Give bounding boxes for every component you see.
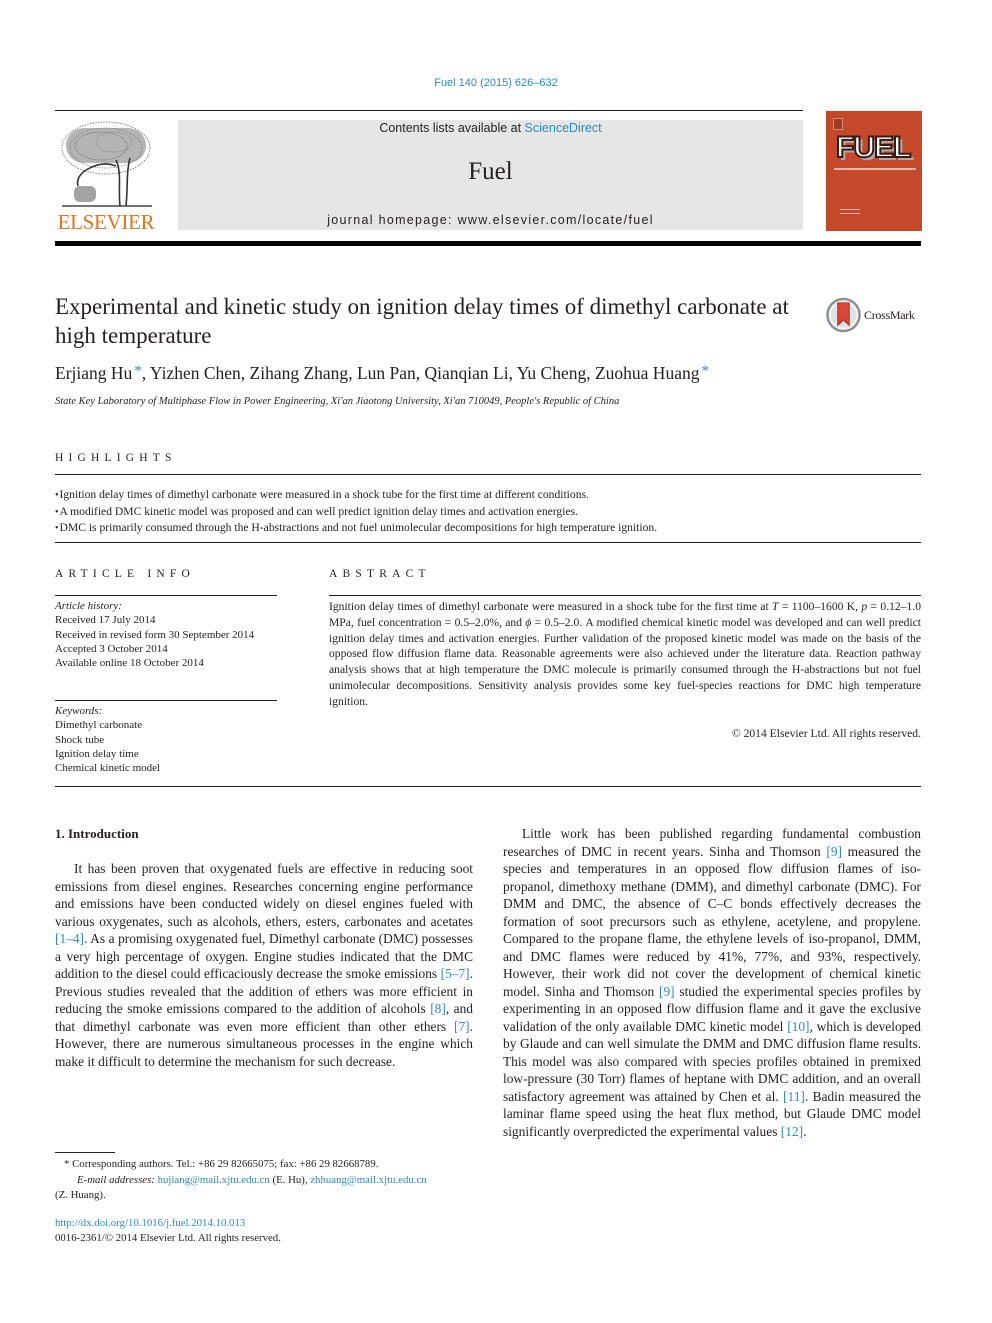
contents-prefix: Contents lists available at bbox=[379, 121, 525, 135]
cover-publisher-badge bbox=[833, 118, 843, 130]
header-rule bbox=[55, 110, 803, 111]
body-text: . As a promising oxygenated fuel, Dimeth… bbox=[55, 931, 473, 981]
keyword[interactable]: Dimethyl carbonate bbox=[55, 718, 277, 732]
author-separator: , bbox=[415, 363, 425, 383]
introduction-paragraph-1: It has been proven that oxygenated fuels… bbox=[55, 860, 473, 1070]
keyword[interactable]: Shock tube bbox=[55, 733, 277, 747]
citation-link[interactable]: [11] bbox=[783, 1089, 805, 1104]
history-item: Received in revised form 30 September 20… bbox=[55, 628, 255, 641]
article-history: Article history: Received 17 July 2014 R… bbox=[55, 599, 277, 670]
citation-link[interactable]: [10] bbox=[787, 1019, 809, 1034]
email-link-hu[interactable]: hujiang@mail.xjtu.edu.cn bbox=[158, 1174, 270, 1186]
issn-copyright: 0016-2361/© 2014 Elsevier Ltd. All right… bbox=[55, 1231, 281, 1244]
cover-footer bbox=[840, 209, 860, 214]
corresponding-author-footnote: * Corresponding authors. Tel.: +86 29 82… bbox=[55, 1157, 475, 1204]
history-item: Received 17 July 2014 bbox=[55, 614, 156, 627]
corresponding-author-marker[interactable]: * bbox=[134, 363, 142, 379]
highlights-heading: HIGHLIGHTS bbox=[55, 452, 177, 464]
body-text: It has been proven that oxygenated fuels… bbox=[55, 861, 473, 929]
author[interactable]: Yu Cheng bbox=[517, 363, 587, 383]
citation-link[interactable]: [8] bbox=[430, 1001, 446, 1016]
citation-link[interactable]: [5–7] bbox=[441, 966, 470, 981]
email-owner: (Z. Huang). bbox=[55, 1189, 106, 1201]
keyword[interactable]: Chemical kinetic model bbox=[55, 761, 277, 775]
citation-link[interactable]: [9] bbox=[659, 984, 675, 999]
author-list: Erjiang Hu *, Yizhen Chen, Zihang Zhang, … bbox=[55, 363, 921, 384]
corresponding-author-marker[interactable]: * bbox=[701, 363, 709, 379]
email-link-huang[interactable]: zhhuang@mail.xjtu.edu.cn bbox=[310, 1174, 426, 1186]
history-item: Accepted 3 October 2014 bbox=[55, 642, 168, 655]
author-separator: , bbox=[508, 363, 517, 383]
author[interactable]: Zuohua Huang * bbox=[595, 363, 709, 383]
author[interactable]: Zihang Zhang bbox=[250, 363, 349, 383]
sciencedirect-link[interactable]: ScienceDirect bbox=[525, 121, 602, 135]
citation-link[interactable]: [9] bbox=[826, 844, 842, 859]
abstract-copyright: © 2014 Elsevier Ltd. All rights reserved… bbox=[731, 727, 921, 740]
introduction-paragraph-2: Little work has been published regarding… bbox=[503, 825, 921, 1140]
body-text: . bbox=[803, 1123, 807, 1139]
highlights-rule-bottom bbox=[55, 542, 921, 543]
keywords-label: Keywords: bbox=[55, 705, 103, 717]
cover-title: FUEL bbox=[835, 131, 912, 164]
affiliation: State Key Laboratory of Multiphase Flow … bbox=[55, 396, 620, 407]
citation-link[interactable]: [1–4] bbox=[55, 931, 84, 946]
footnote-contact: Corresponding authors. Tel.: +86 29 8266… bbox=[72, 1158, 379, 1170]
citation-link[interactable]: [7] bbox=[454, 1019, 470, 1034]
doi-block: http://dx.doi.org/10.1016/j.fuel.2014.10… bbox=[55, 1216, 475, 1245]
article-title: Experimental and kinetic study on igniti… bbox=[55, 294, 789, 348]
journal-citation-link[interactable]: Fuel 140 (2015) 626–632 bbox=[0, 77, 992, 89]
abstract-body: Ignition delay times of dimethyl carbona… bbox=[329, 600, 921, 708]
abstract-rule bbox=[329, 595, 921, 596]
crossmark-icon bbox=[826, 297, 861, 333]
author[interactable]: Qianqian Li bbox=[425, 363, 509, 383]
highlights-list: Ignition delay times of dimethyl carbona… bbox=[55, 487, 921, 537]
highlight-item: Ignition delay times of dimethyl carbona… bbox=[55, 487, 921, 504]
journal-homepage-link[interactable]: journal homepage: www.elsevier.com/locat… bbox=[178, 213, 803, 227]
journal-name: Fuel bbox=[468, 158, 513, 185]
article-history-label: Article history: bbox=[55, 600, 122, 612]
footnote-marker: * bbox=[64, 1158, 70, 1170]
history-item: Available online 18 October 2014 bbox=[55, 657, 204, 670]
elsevier-logo[interactable]: ELSEVIER bbox=[54, 118, 158, 234]
tree-of-knowledge-icon bbox=[61, 121, 152, 207]
author[interactable]: Erjiang Hu * bbox=[55, 363, 142, 383]
doi-link[interactable]: http://dx.doi.org/10.1016/j.fuel.2014.10… bbox=[55, 1216, 475, 1231]
author[interactable]: Lun Pan bbox=[357, 363, 416, 383]
email-label: E-mail addresses: bbox=[77, 1173, 155, 1186]
author[interactable]: Yizhen Chen bbox=[150, 363, 241, 383]
author-separator: , bbox=[240, 363, 250, 383]
crossmark-button[interactable]: CrossMark bbox=[826, 297, 926, 333]
contents-line: Contents lists available at ScienceDirec… bbox=[178, 121, 803, 135]
front-matter-rule bbox=[55, 786, 921, 787]
elsevier-wordmark: ELSEVIER bbox=[57, 210, 155, 234]
keywords: Keywords: Dimethyl carbonate Shock tube … bbox=[55, 704, 277, 775]
body-text: measured the species and temperatures in… bbox=[503, 843, 921, 999]
author-separator: , bbox=[586, 363, 595, 383]
article-info-rule bbox=[55, 595, 277, 596]
section-heading-introduction: 1. Introduction bbox=[55, 826, 139, 841]
masthead-divider bbox=[55, 241, 921, 246]
journal-masthead: Contents lists available at ScienceDirec… bbox=[178, 120, 803, 230]
cover-subtitle bbox=[834, 168, 916, 170]
footnote-rule bbox=[55, 1152, 115, 1153]
highlight-item: A modified DMC kinetic model was propose… bbox=[55, 504, 921, 521]
highlights-rule-top bbox=[55, 474, 921, 475]
journal-cover-thumbnail[interactable]: FUEL bbox=[826, 111, 922, 231]
author-separator: , bbox=[348, 363, 357, 383]
highlight-item: DMC is primarily consumed through the H-… bbox=[55, 520, 921, 537]
author-separator: , bbox=[141, 363, 150, 383]
keyword[interactable]: Ignition delay time bbox=[55, 747, 277, 761]
citation-link[interactable]: [12] bbox=[781, 1124, 803, 1139]
keywords-rule bbox=[55, 700, 277, 701]
abstract-heading: ABSTRACT bbox=[329, 568, 431, 580]
article-info-heading: ARTICLE INFO bbox=[55, 568, 195, 580]
crossmark-label: CrossMark bbox=[864, 308, 915, 322]
